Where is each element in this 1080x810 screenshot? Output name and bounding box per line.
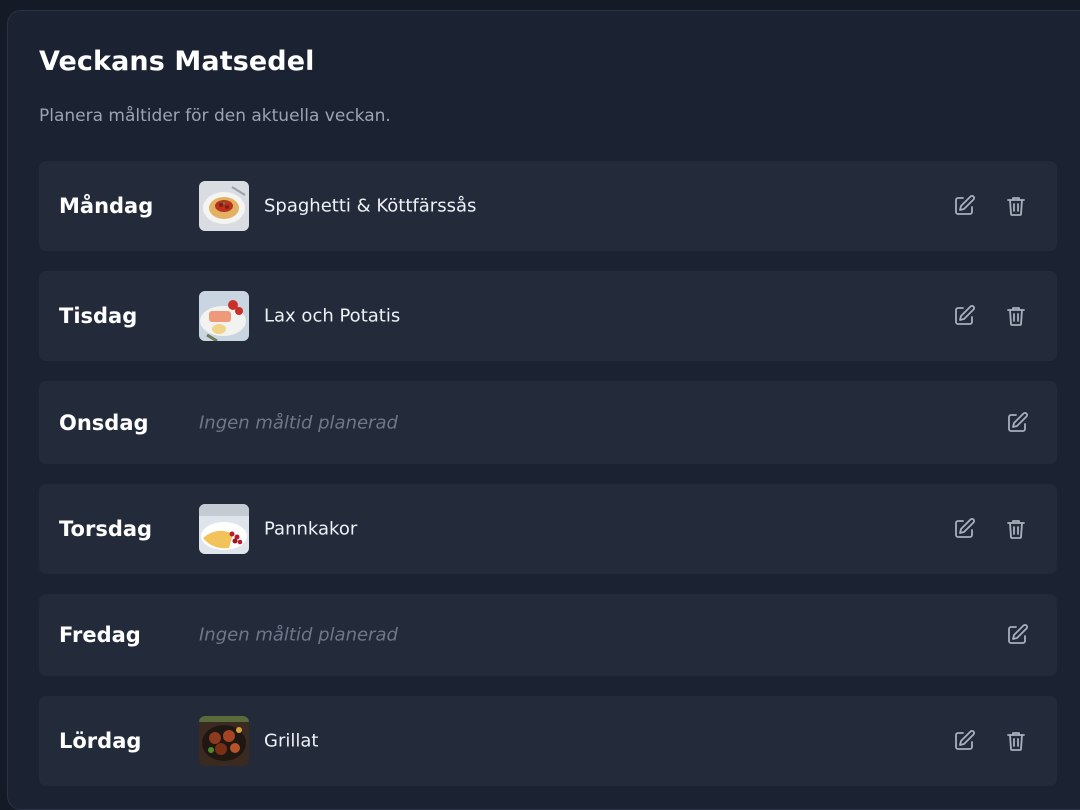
day-row-fredag: Fredag Ingen måltid planerad: [39, 594, 1057, 676]
weekly-menu-panel: Veckans Matsedel Planera måltider för de…: [7, 10, 1080, 810]
edit-button[interactable]: [952, 304, 976, 328]
day-row-torsdag: Torsdag Pannkakor: [39, 484, 1057, 574]
meal-name: Spaghetti & Köttfärssås: [264, 195, 477, 217]
day-label: Onsdag: [59, 410, 149, 435]
trash-icon: [1004, 517, 1028, 541]
salmon-image: [199, 291, 249, 341]
trash-icon: [1004, 729, 1028, 753]
pancakes-image: [199, 504, 249, 554]
delete-button[interactable]: [1004, 304, 1028, 328]
empty-meal-placeholder: Ingen måltid planerad: [199, 412, 398, 433]
pencil-square-icon: [952, 517, 976, 541]
trash-icon: [1004, 304, 1028, 328]
spaghetti-image: [199, 181, 249, 231]
meal-name: Grillat: [264, 730, 319, 752]
pencil-square-icon: [952, 304, 976, 328]
grill-image: [199, 716, 249, 766]
edit-button[interactable]: [952, 729, 976, 753]
page-title: Veckans Matsedel: [39, 46, 315, 77]
delete-button[interactable]: [1004, 194, 1028, 218]
pencil-square-icon: [952, 729, 976, 753]
page-subtitle: Planera måltider för den aktuella veckan…: [39, 106, 391, 126]
day-label: Torsdag: [59, 517, 153, 541]
pencil-square-icon: [1005, 623, 1029, 647]
edit-button[interactable]: [1005, 623, 1029, 647]
day-label: Tisdag: [59, 304, 138, 328]
edit-button[interactable]: [952, 194, 976, 218]
meal-name: Lax och Potatis: [264, 305, 401, 327]
day-row-onsdag: Onsdag Ingen måltid planerad: [39, 381, 1057, 464]
pencil-square-icon: [1005, 411, 1029, 435]
edit-button[interactable]: [952, 517, 976, 541]
day-row-tisdag: Tisdag Lax och Potatis: [39, 271, 1057, 361]
pencil-square-icon: [952, 194, 976, 218]
day-row-lordag: Lördag Grillat: [39, 696, 1057, 786]
day-label: Fredag: [59, 623, 141, 647]
day-label: Lördag: [59, 729, 142, 753]
delete-button[interactable]: [1004, 729, 1028, 753]
trash-icon: [1004, 194, 1028, 218]
empty-meal-placeholder: Ingen måltid planerad: [199, 624, 398, 646]
edit-button[interactable]: [1005, 411, 1029, 435]
day-row-mandag: Måndag Spaghetti & Köttfärssås: [39, 161, 1057, 251]
meal-name: Pannkakor: [264, 518, 358, 540]
delete-button[interactable]: [1004, 517, 1028, 541]
day-label: Måndag: [59, 194, 154, 218]
